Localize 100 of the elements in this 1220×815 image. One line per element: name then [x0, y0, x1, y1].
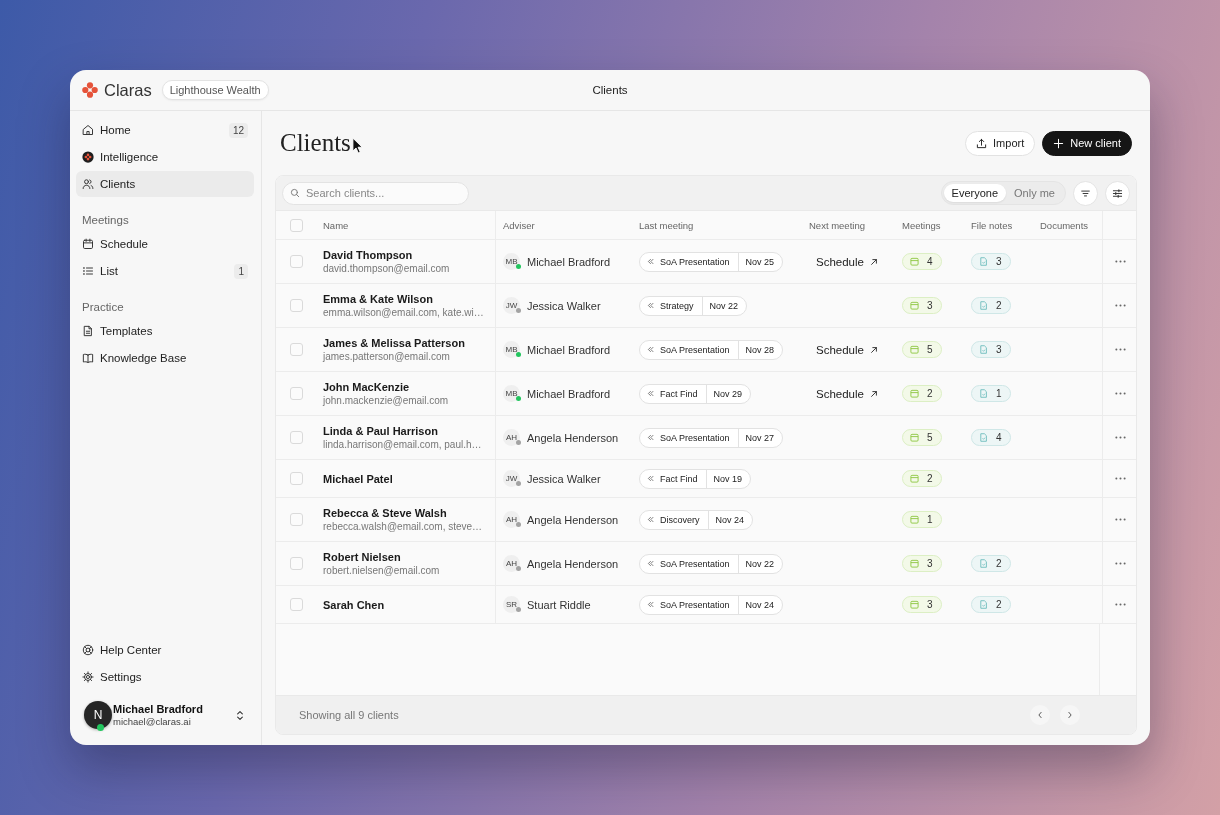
- sidebar-item[interactable]: Knowledge Base: [76, 345, 254, 371]
- column-header: Documents: [1040, 219, 1089, 231]
- client-name: James & Melissa Patterson: [323, 336, 465, 350]
- client-name: Robert Nielsen: [323, 550, 401, 564]
- scope-tab[interactable]: Only me: [1006, 184, 1063, 202]
- last-meeting-pill[interactable]: Discovery Nov 24: [639, 509, 754, 530]
- adviser-avatar: AH: [503, 429, 520, 446]
- meeting-type: Fact Find: [660, 388, 698, 399]
- sidebar-item[interactable]: List 1: [76, 258, 254, 284]
- row-checkbox[interactable]: [289, 299, 303, 312]
- next-page-button[interactable]: [1060, 705, 1080, 725]
- row-checkbox[interactable]: [289, 513, 303, 526]
- client-name: Emma & Kate Wilson: [323, 292, 433, 306]
- search-field[interactable]: Search clients...: [282, 181, 469, 205]
- ellipsis-icon: [1115, 260, 1126, 263]
- meeting-date: Nov 28: [737, 340, 783, 359]
- meeting-date: Nov 29: [705, 384, 751, 403]
- double-chevron-left-icon: [647, 560, 654, 567]
- ellipsis-icon: [1115, 392, 1126, 395]
- sidebar-item[interactable]: Settings: [76, 664, 254, 690]
- client-name: David Thompson: [323, 248, 413, 262]
- last-meeting-pill[interactable]: SoA Presentation Nov 24: [639, 594, 784, 615]
- row-checkbox[interactable]: [289, 557, 303, 570]
- last-meeting-pill[interactable]: Strategy Nov 22: [639, 295, 748, 316]
- calendar-icon: [910, 301, 919, 310]
- file-notes-count: 2: [996, 558, 1002, 569]
- settings-icon: [82, 671, 94, 683]
- document-icon: [979, 559, 988, 568]
- sidebar-item[interactable]: Templates: [76, 318, 254, 344]
- column-header: Meetings: [902, 219, 941, 231]
- meeting-type: Fact Find: [660, 473, 698, 484]
- row-checkbox[interactable]: [289, 431, 303, 444]
- ellipsis-icon: [1115, 562, 1126, 565]
- last-meeting-pill[interactable]: SoA Presentation Nov 22: [639, 553, 784, 574]
- file-notes-count: 2: [996, 300, 1002, 311]
- calendar-icon: [910, 600, 919, 609]
- schedule-link[interactable]: Schedule: [816, 343, 878, 356]
- meetings-count: 3: [927, 558, 933, 569]
- meeting-date: Nov 19: [705, 469, 751, 488]
- scope-tab[interactable]: Everyone: [943, 184, 1007, 202]
- sidebar-item[interactable]: Intelligence: [76, 144, 254, 170]
- meetings-count: 4: [927, 256, 933, 267]
- schedule-link[interactable]: Schedule: [816, 255, 878, 268]
- client-email: emma.wilson@email.com, kate.wi…: [323, 306, 484, 319]
- user-name: Michael Bradford: [113, 703, 203, 715]
- meeting-type: SoA Presentation: [660, 599, 730, 610]
- client-email: linda.harrison@email.com, paul.h…: [323, 438, 482, 451]
- new-client-button[interactable]: New client: [1042, 130, 1132, 156]
- import-button[interactable]: Import: [965, 130, 1036, 156]
- previous-page-button[interactable]: [1030, 705, 1050, 725]
- calendar-icon: [910, 474, 919, 483]
- adviser-avatar: MB: [503, 341, 520, 358]
- row-checkbox[interactable]: [289, 472, 303, 485]
- select-all-checkbox[interactable]: [289, 218, 303, 232]
- client-email: john.mackenzie@email.com: [323, 394, 449, 407]
- sidebar-item[interactable]: Home 12: [76, 117, 254, 143]
- section-heading: Meetings: [81, 213, 130, 228]
- adviser-name: Jessica Walker: [527, 299, 601, 312]
- adviser-avatar: JW: [503, 470, 520, 487]
- file-notes-count: 1: [996, 388, 1002, 399]
- row-checkbox[interactable]: [289, 387, 303, 400]
- chevron-left-icon: [1037, 711, 1043, 719]
- arrow-up-right-icon: [869, 345, 878, 354]
- sidebar-item[interactable]: Help Center: [76, 637, 254, 663]
- meeting-type: Strategy: [660, 300, 694, 311]
- sidebar-item[interactable]: Schedule: [76, 231, 254, 257]
- adviser-name: Michael Bradford: [527, 255, 611, 268]
- row-checkbox[interactable]: [289, 343, 303, 356]
- row-checkbox[interactable]: [289, 255, 303, 268]
- file-notes-count: 4: [996, 432, 1002, 443]
- last-meeting-pill[interactable]: SoA Presentation Nov 27: [639, 427, 784, 448]
- adviser-name: Michael Bradford: [527, 387, 611, 400]
- last-meeting-pill[interactable]: SoA Presentation Nov 25: [639, 251, 784, 272]
- meeting-type: SoA Presentation: [660, 344, 730, 355]
- ellipsis-icon: [1115, 477, 1126, 480]
- document-icon: [82, 325, 94, 337]
- filter-icon: [1080, 187, 1091, 199]
- row-checkbox[interactable]: [289, 598, 303, 611]
- client-email: james.patterson@email.com: [323, 350, 450, 363]
- sidebar-item[interactable]: Clients: [76, 171, 254, 197]
- document-icon: [979, 257, 988, 266]
- meeting-date: Nov 25: [737, 252, 783, 271]
- client-name: Rebecca & Steve Walsh: [323, 506, 447, 520]
- adviser-avatar: SR: [503, 596, 520, 613]
- workspace-selector[interactable]: Lighthouse Wealth: [161, 80, 269, 100]
- adviser-name: Angela Henderson: [527, 557, 619, 570]
- calendar-icon: [910, 389, 919, 398]
- last-meeting-pill[interactable]: SoA Presentation Nov 28: [639, 339, 784, 360]
- last-meeting-pill[interactable]: Fact Find Nov 29: [639, 383, 752, 404]
- double-chevron-left-icon: [647, 302, 654, 309]
- search-icon: [290, 188, 300, 198]
- filter-button[interactable]: [1073, 180, 1098, 206]
- file-notes-count: 3: [996, 344, 1002, 355]
- chevron-up-down-icon[interactable]: [236, 709, 244, 721]
- schedule-link[interactable]: Schedule: [816, 387, 878, 400]
- logo-icon: [82, 82, 98, 98]
- last-meeting-pill[interactable]: Fact Find Nov 19: [639, 468, 752, 489]
- client-name: John MacKenzie: [323, 380, 410, 394]
- client-name: Sarah Chen: [323, 597, 385, 612]
- view-settings-button[interactable]: [1105, 180, 1130, 206]
